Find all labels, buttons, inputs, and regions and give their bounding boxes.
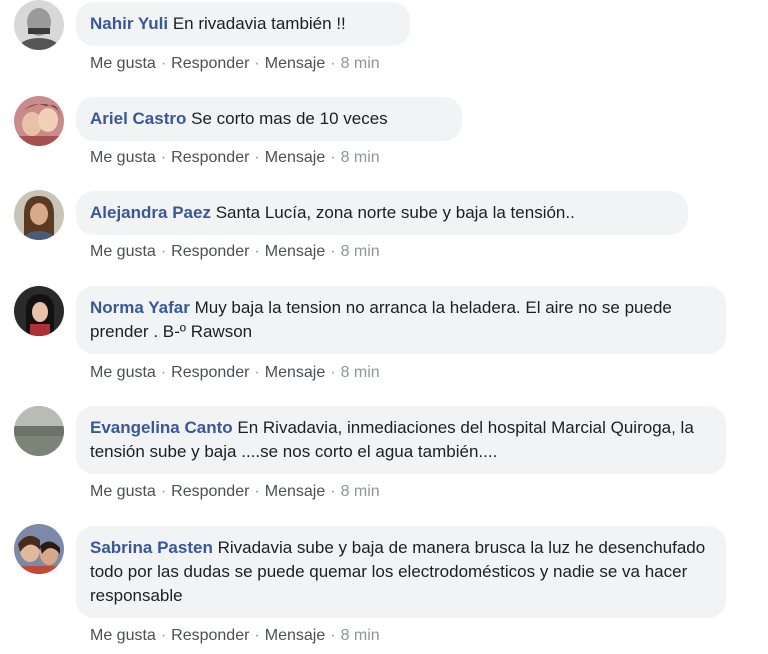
like-button[interactable]: Me gusta [90,149,156,166]
comment-actions: Me gusta · Responder · Mensaje · 8 min [90,627,380,645]
message-button[interactable]: Mensaje [265,627,325,644]
like-button[interactable]: Me gusta [90,364,156,381]
like-button[interactable]: Me gusta [90,55,156,72]
comment-actions: Me gusta · Responder · Mensaje · 8 min [90,149,380,167]
comment-text: En rivadavia también !! [172,14,346,33]
avatar[interactable] [14,96,64,146]
separator: · [160,627,167,644]
separator: · [254,364,260,381]
comment-text: Se corto mas de 10 veces [191,109,388,128]
avatar[interactable] [14,190,64,240]
comment-actions: Me gusta · Responder · Mensaje · 8 min [90,364,380,382]
separator: · [160,364,167,381]
comment-author[interactable]: Norma Yafar [90,298,190,317]
comment-text: Santa Lucía, zona norte sube y baja la t… [215,203,575,222]
avatar[interactable] [14,406,64,456]
comment-bubble: Sabrina Pasten Rivadavia sube y baja de … [76,526,726,618]
comment-author[interactable]: Evangelina Canto [90,418,233,437]
separator: · [330,364,336,381]
reply-button[interactable]: Responder [171,627,249,644]
comment-actions: Me gusta · Responder · Mensaje · 8 min [90,483,380,501]
comment-bubble: Ariel Castro Se corto mas de 10 veces [76,97,462,141]
avatar[interactable] [14,0,64,50]
comment-timestamp[interactable]: 8 min [341,364,380,381]
comment-bubble: Evangelina Canto En Rivadavia, inmediaci… [76,406,726,474]
comment-bubble: Norma Yafar Muy baja la tension no arran… [76,286,726,354]
reply-button[interactable]: Responder [171,243,249,260]
avatar[interactable] [14,286,64,336]
reply-button[interactable]: Responder [171,55,249,72]
separator: · [254,243,260,260]
separator: · [330,243,336,260]
comment-author[interactable]: Sabrina Pasten [90,538,213,557]
comment-author[interactable]: Ariel Castro [90,109,186,128]
reply-button[interactable]: Responder [171,149,249,166]
comment-bubble: Alejandra Paez Santa Lucía, zona norte s… [76,191,688,235]
comment-timestamp[interactable]: 8 min [341,149,380,166]
separator: · [160,149,167,166]
comment-actions: Me gusta · Responder · Mensaje · 8 min [90,243,380,261]
message-button[interactable]: Mensaje [265,483,325,500]
separator: · [330,55,336,72]
comment-actions: Me gusta · Responder · Mensaje · 8 min [90,55,380,73]
separator: · [160,483,167,500]
comment-author[interactable]: Nahir Yuli [90,14,168,33]
separator: · [330,149,336,166]
message-button[interactable]: Mensaje [265,364,325,381]
comment-author[interactable]: Alejandra Paez [90,203,211,222]
like-button[interactable]: Me gusta [90,627,156,644]
like-button[interactable]: Me gusta [90,483,156,500]
separator: · [160,243,167,260]
reply-button[interactable]: Responder [171,483,249,500]
like-button[interactable]: Me gusta [90,243,156,260]
message-button[interactable]: Mensaje [265,55,325,72]
separator: · [254,149,260,166]
message-button[interactable]: Mensaje [265,149,325,166]
comment-bubble: Nahir Yuli En rivadavia también !! [76,2,410,46]
comment-timestamp[interactable]: 8 min [341,243,380,260]
separator: · [160,55,167,72]
reply-button[interactable]: Responder [171,364,249,381]
message-button[interactable]: Mensaje [265,243,325,260]
comment-timestamp[interactable]: 8 min [341,55,380,72]
comment-timestamp[interactable]: 8 min [341,483,380,500]
separator: · [254,627,260,644]
avatar[interactable] [14,524,64,574]
separator: · [254,483,260,500]
separator: · [254,55,260,72]
comment-timestamp[interactable]: 8 min [341,627,380,644]
separator: · [330,483,336,500]
separator: · [330,627,336,644]
